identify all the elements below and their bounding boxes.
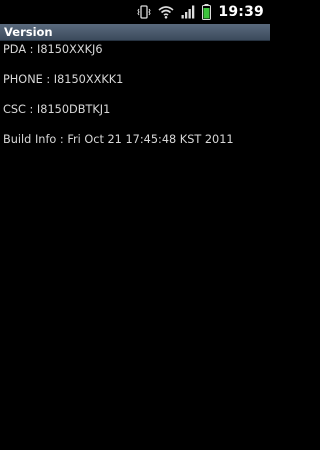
page-title: Version	[4, 25, 53, 39]
battery-icon	[202, 4, 212, 20]
signal-icon	[181, 5, 195, 19]
build-info: Build Info : Fri Oct 21 17:45:48 KST 201…	[3, 133, 234, 146]
title-bar: Version	[0, 24, 270, 41]
pda-version: PDA : I8150XXKJ6	[3, 43, 103, 56]
status-clock: 19:39	[218, 4, 264, 20]
vibrate-icon	[137, 5, 152, 19]
csc-version: CSC : I8150DBTKJ1	[3, 103, 111, 116]
status-bar: 19:39	[0, 0, 270, 24]
wifi-icon	[158, 5, 174, 19]
phone-version: PHONE : I8150XXKK1	[3, 73, 124, 86]
status-icons: 19:39	[137, 2, 264, 22]
